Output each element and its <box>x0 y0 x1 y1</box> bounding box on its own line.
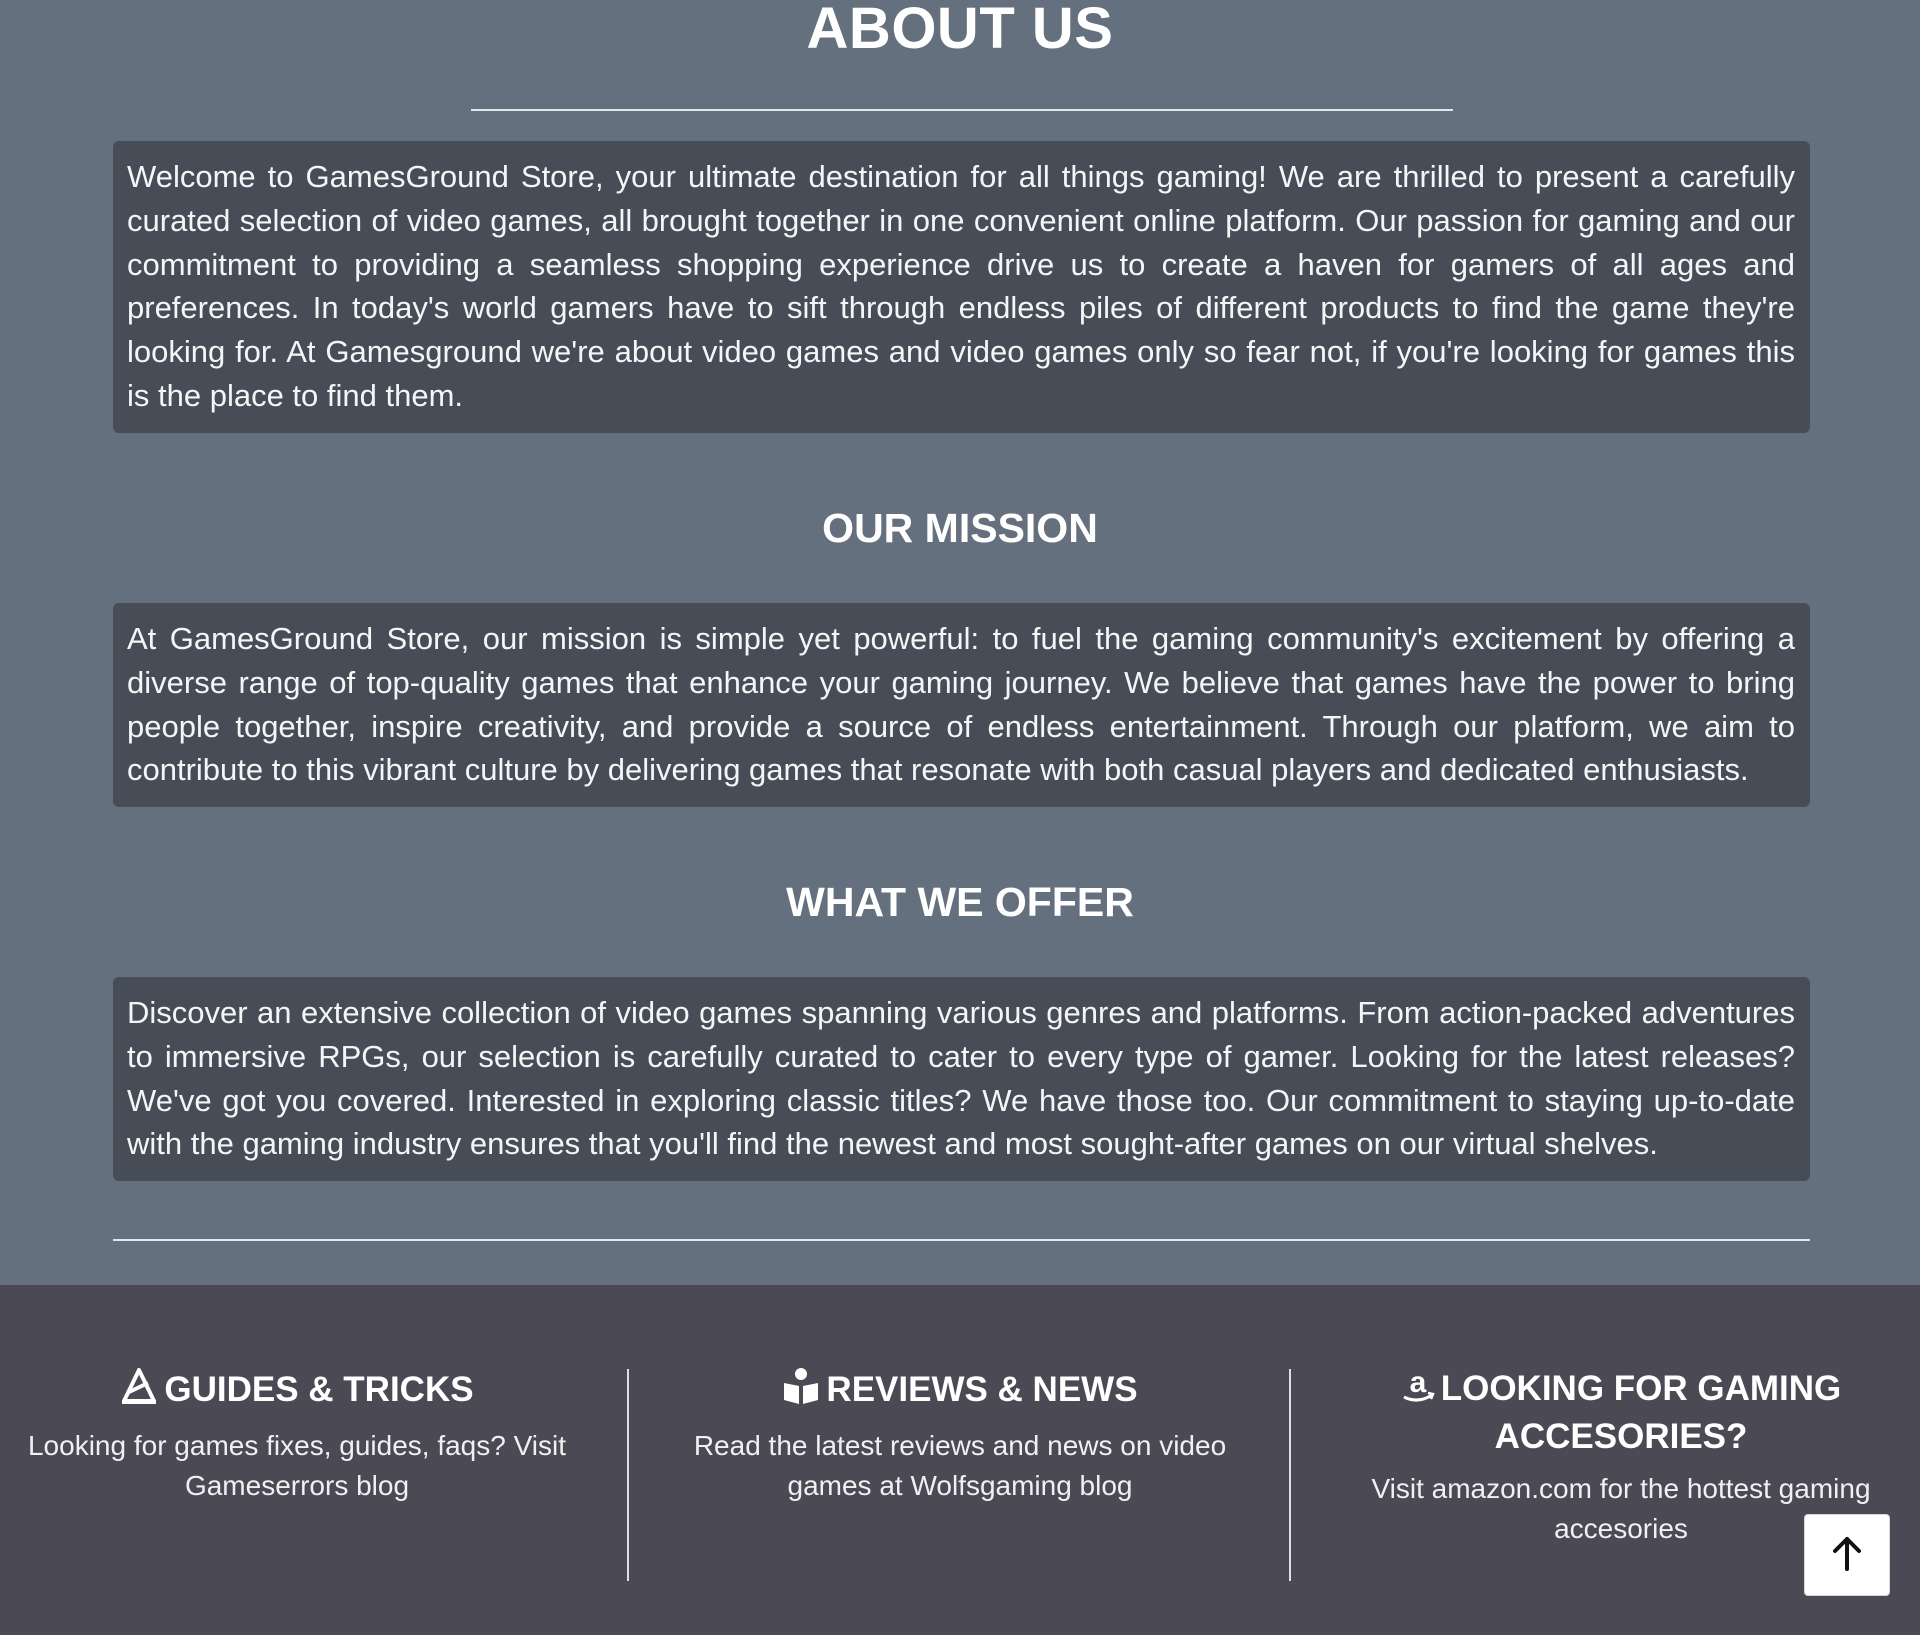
page-title: ABOUT US <box>806 0 1114 61</box>
footer-reviews: REVIEWS & NEWS Read the latest reviews a… <box>654 1367 1266 1506</box>
wizard-hat-icon <box>120 1367 158 1416</box>
footer-divider-right <box>1289 1369 1291 1581</box>
book-reader-icon <box>782 1367 820 1416</box>
reviews-heading: REVIEWS & NEWS <box>654 1367 1266 1416</box>
mission-text-box: At GamesGround Store, our mission is sim… <box>113 603 1810 807</box>
accessories-heading: a LOOKING FOR GAMING ACCESORIES? <box>1346 1366 1896 1459</box>
main-content: ABOUT US Welcome to GamesGround Store, y… <box>0 0 1920 1285</box>
mission-heading: OUR MISSION <box>822 505 1098 551</box>
footer-divider-left <box>627 1369 629 1581</box>
content-divider <box>113 1239 1810 1241</box>
offer-text-box: Discover an extensive collection of vide… <box>113 977 1810 1181</box>
guides-title: GUIDES & TRICKS <box>164 1370 474 1409</box>
reviews-link[interactable]: Read the latest reviews and news on vide… <box>654 1426 1266 1506</box>
about-text-box: Welcome to GamesGround Store, your ultim… <box>113 141 1810 433</box>
footer-guides: GUIDES & TRICKS Looking for games fixes,… <box>22 1367 572 1506</box>
about-text: Welcome to GamesGround Store, your ultim… <box>127 159 1795 413</box>
title-divider <box>471 109 1453 111</box>
accessories-title: LOOKING FOR GAMING ACCESORIES? <box>1440 1369 1842 1456</box>
mission-text: At GamesGround Store, our mission is sim… <box>127 621 1795 788</box>
reviews-title: REVIEWS & NEWS <box>826 1370 1138 1409</box>
amazon-icon: a <box>1401 1366 1435 1415</box>
offer-text: Discover an extensive collection of vide… <box>127 995 1795 1162</box>
guides-heading: GUIDES & TRICKS <box>22 1367 572 1416</box>
back-to-top-button[interactable] <box>1804 1514 1890 1596</box>
svg-text:a: a <box>1409 1368 1426 1399</box>
guides-link[interactable]: Looking for games fixes, guides, faqs? V… <box>22 1426 572 1506</box>
offer-heading: WHAT WE OFFER <box>786 879 1134 925</box>
arrow-up-icon <box>1827 1533 1867 1578</box>
footer: GUIDES & TRICKS Looking for games fixes,… <box>0 1285 1920 1635</box>
